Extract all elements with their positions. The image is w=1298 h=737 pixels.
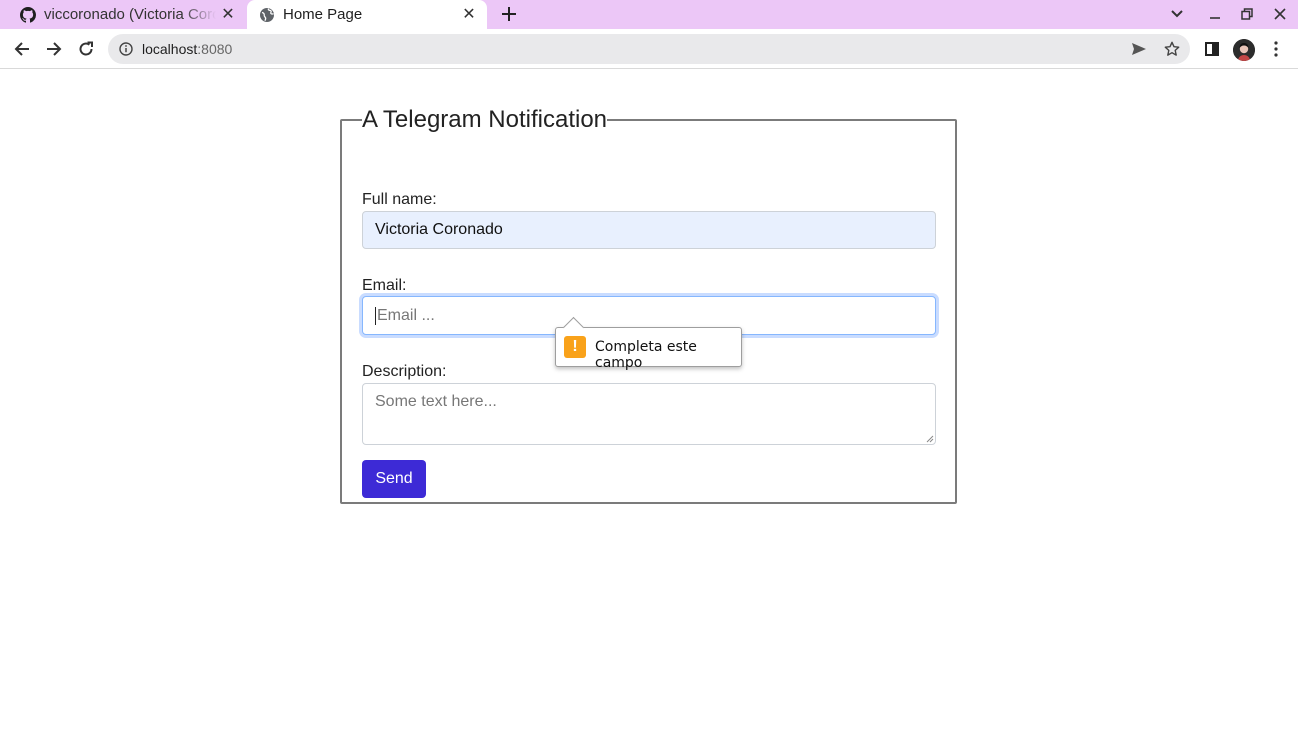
url-port: :8080 xyxy=(197,41,233,57)
description-textarea[interactable]: Some text here... xyxy=(362,383,936,445)
page-content: A Telegram Notification Full name: Victo… xyxy=(0,69,1298,737)
name-input[interactable]: Victoria Coronado xyxy=(362,211,936,249)
close-icon[interactable]: ✕ xyxy=(461,6,477,23)
send-button[interactable]: Send xyxy=(362,460,426,498)
tab-strip: viccoronado (Victoria Coronado) ✕ Home P… xyxy=(0,0,1298,29)
tab-search-button[interactable] xyxy=(1167,4,1187,24)
arrow-left-icon xyxy=(14,42,29,56)
info-icon[interactable] xyxy=(118,41,134,57)
bookmark-star-icon[interactable] xyxy=(1163,40,1181,58)
validation-message: Completa este campo xyxy=(595,339,697,371)
notification-form: A Telegram Notification Full name: Victo… xyxy=(340,106,957,504)
close-icon[interactable]: ✕ xyxy=(220,6,236,23)
avatar[interactable] xyxy=(1233,39,1255,61)
profile-icon xyxy=(1233,39,1255,61)
arrow-right-icon xyxy=(47,42,62,56)
tab-title: Home Page xyxy=(283,6,363,23)
minimize-button[interactable] xyxy=(1205,4,1225,24)
minimize-icon xyxy=(1210,17,1220,19)
globe-icon xyxy=(259,7,275,23)
restore-icon xyxy=(1241,8,1253,20)
restore-button[interactable] xyxy=(1237,4,1257,24)
address-bar[interactable]: localhost:8080 xyxy=(108,34,1190,64)
name-input-value: Victoria Coronado xyxy=(375,221,503,238)
validation-tooltip: ! Completa este campo xyxy=(555,316,742,371)
back-button[interactable] xyxy=(11,38,33,60)
tab-home-page[interactable]: Home Page ✕ xyxy=(247,0,487,29)
tab-title: viccoronado (Victoria Coronado) xyxy=(44,6,216,23)
tab-github[interactable]: viccoronado (Victoria Coronado) ✕ xyxy=(8,0,246,29)
github-icon xyxy=(20,6,36,23)
close-window-button[interactable] xyxy=(1270,4,1290,24)
menu-button[interactable] xyxy=(1265,38,1287,60)
chevron-down-icon xyxy=(1171,10,1183,18)
description-label: Description: xyxy=(362,363,447,380)
description-placeholder: Some text here... xyxy=(375,393,497,410)
side-panel-button[interactable] xyxy=(1201,38,1223,60)
email-input-placeholder: Email ... xyxy=(377,306,435,324)
email-label: Email: xyxy=(362,277,407,294)
close-icon xyxy=(1274,8,1286,20)
url-host: localhost xyxy=(142,41,198,57)
resize-handle-icon[interactable] xyxy=(926,435,934,443)
forward-button[interactable] xyxy=(43,38,65,60)
side-panel-icon xyxy=(1205,42,1219,56)
url-text: localhost:8080 xyxy=(142,41,232,57)
browser-toolbar: localhost:8080 xyxy=(0,29,1298,69)
plus-icon xyxy=(502,7,516,21)
send-tab-icon[interactable] xyxy=(1130,40,1148,58)
reload-button[interactable] xyxy=(75,38,97,60)
text-caret xyxy=(375,306,376,325)
reload-icon xyxy=(79,41,93,56)
more-vert-icon xyxy=(1274,41,1278,57)
name-label: Full name: xyxy=(362,191,437,208)
new-tab-button[interactable] xyxy=(498,3,520,25)
warning-icon: ! xyxy=(564,336,586,358)
form-legend: A Telegram Notification xyxy=(362,106,608,133)
